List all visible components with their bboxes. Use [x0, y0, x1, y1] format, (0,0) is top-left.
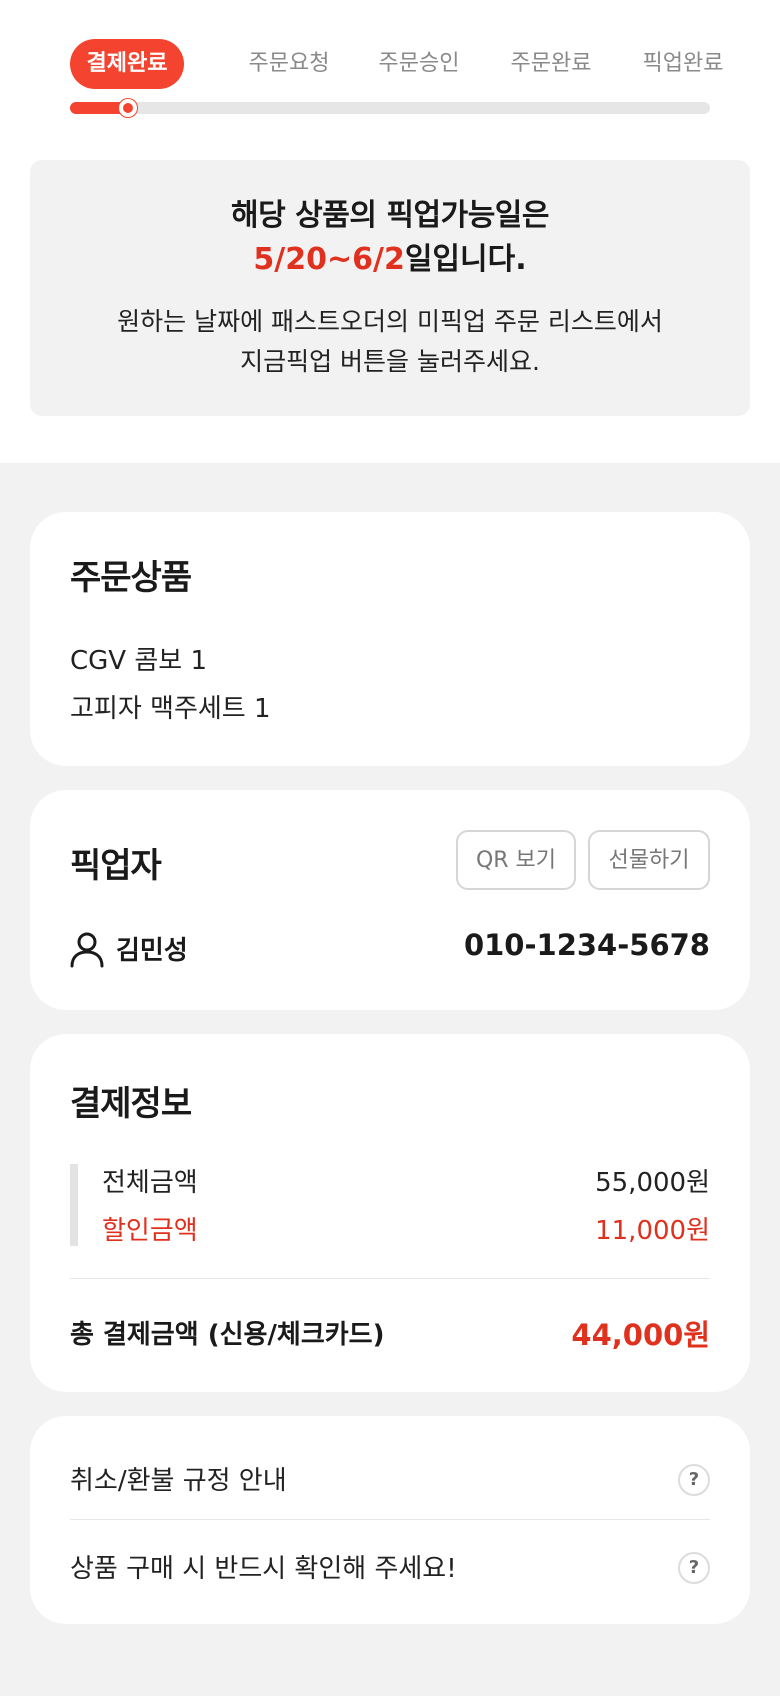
refund-policy-label: 취소/환불 규정 안내 — [70, 1466, 287, 1496]
step-order-requested: 주문요청 — [248, 51, 330, 76]
purchase-notice-row[interactable]: 상품 구매 시 반드시 확인해 주세요! ? — [70, 1548, 710, 1588]
progress-knob — [118, 99, 137, 117]
total-amount-label: 전체금액 — [102, 1168, 198, 1198]
payment-info-card: 결제정보 전체금액 55,000원 할인금액 11,000원 총 결제금액 (신… — [30, 1034, 750, 1392]
order-item: CGV 콤보 1 — [70, 646, 207, 676]
step-order-approved: 주문승인 — [378, 51, 460, 76]
picker-title: 픽업자 — [70, 846, 162, 886]
step-order-complete: 주문완료 — [510, 51, 592, 76]
order-item: 고피자 맥주세트 1 — [70, 694, 271, 724]
order-step-tabs: 결제완료 주문요청 주문승인 주문완료 픽업완료 — [70, 39, 723, 89]
pickup-date-suffix: 일입니다. — [404, 242, 527, 277]
notice-description-line2: 지금픽업 버튼을 눌러주세요. — [240, 347, 540, 376]
order-items-card: 주문상품 CGV 콤보 1 고피자 맥주세트 1 — [30, 512, 750, 766]
progress-track — [70, 99, 710, 117]
refund-policy-row[interactable]: 취소/환불 규정 안내 ? — [70, 1460, 710, 1500]
order-items-title: 주문상품 — [70, 558, 192, 598]
help-icon[interactable]: ? — [678, 1464, 710, 1496]
payment-detail-bar — [70, 1164, 78, 1246]
policy-info-card: 취소/환불 규정 안내 ? 상품 구매 시 반드시 확인해 주세요! ? — [30, 1416, 750, 1624]
picker-name: 김민성 — [116, 936, 188, 966]
qr-view-button[interactable]: QR 보기 — [456, 830, 576, 890]
discount-label: 할인금액 — [102, 1216, 198, 1246]
discount-value: 11,000원 — [595, 1216, 710, 1246]
notice-description-line1: 원하는 날짜에 패스트오더의 미픽업 주문 리스트에서 — [117, 307, 663, 336]
step-payment-complete: 결제완료 — [70, 39, 184, 89]
pickup-notice: 해당 상품의 픽업가능일은 5/20~6/2일입니다. 원하는 날짜에 패스트오… — [30, 160, 750, 416]
divider — [70, 1278, 710, 1279]
final-payment-value: 44,000원 — [571, 1318, 710, 1352]
person-icon — [70, 932, 104, 968]
final-payment-label: 총 결제금액 (신용/체크카드) — [70, 1320, 385, 1350]
total-amount-value: 55,000원 — [595, 1168, 710, 1198]
purchase-notice-label: 상품 구매 시 반드시 확인해 주세요! — [70, 1554, 457, 1584]
picker-card: 픽업자 QR 보기 선물하기 김민성 010-1234-5678 — [30, 790, 750, 1010]
step-pickup-complete: 픽업완료 — [642, 51, 724, 76]
help-icon[interactable]: ? — [678, 1552, 710, 1584]
divider — [70, 1519, 710, 1520]
order-status-header: 결제완료 주문요청 주문승인 주문완료 픽업완료 해당 상품의 픽업가능일은 5… — [0, 0, 780, 463]
pickup-date-range: 5/20~6/2 — [253, 242, 405, 277]
payment-info-title: 결제정보 — [70, 1084, 192, 1124]
picker-phone: 010-1234-5678 — [463, 928, 710, 962]
notice-date-line: 5/20~6/2일입니다. — [30, 238, 750, 282]
notice-title: 해당 상품의 픽업가능일은 — [231, 198, 550, 233]
gift-button[interactable]: 선물하기 — [588, 830, 710, 890]
